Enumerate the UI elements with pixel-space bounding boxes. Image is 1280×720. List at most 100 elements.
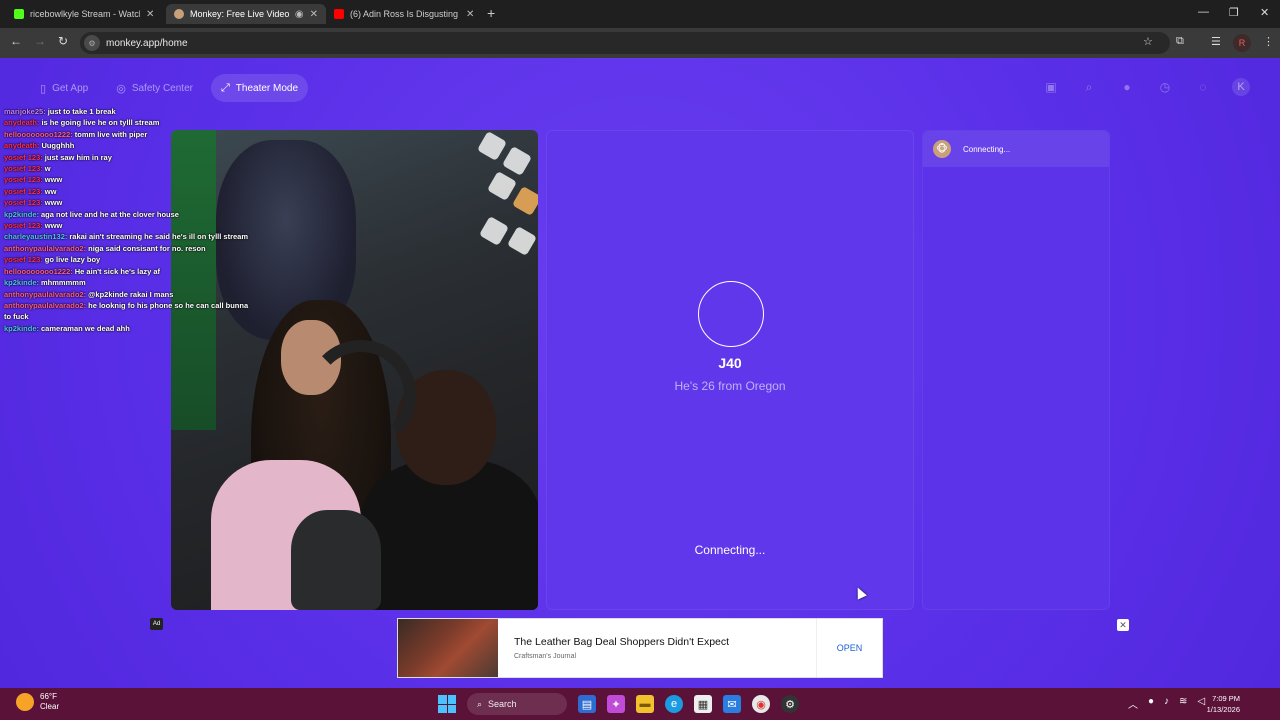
tray-chevron-icon[interactable]: ︿ xyxy=(1128,696,1138,711)
extensions-icon[interactable]: ⧉ xyxy=(1176,35,1184,48)
omnibox[interactable]: ⚙ monkey.app/home xyxy=(80,32,1170,54)
expand-icon: ⤢ xyxy=(220,81,230,94)
tab-monkey[interactable]: Monkey: Free Live Video Ch ◉ ✕ xyxy=(166,4,326,24)
chat-username[interactable]: yosief 123: xyxy=(4,175,43,184)
close-window-icon[interactable]: ✕ xyxy=(1260,6,1269,19)
clock[interactable]: 7:09 PM 1/13/2026 xyxy=(1200,693,1240,715)
tab-title: (6) Adin Ross Is Disgusting - Yo xyxy=(350,9,460,19)
chat-text: cameraman we dead ahh xyxy=(41,323,130,333)
wifi-icon[interactable]: ≋ xyxy=(1179,696,1187,711)
browser-tab-strip: ricebowlkyle Stream - Watch Li ✕ Monkey:… xyxy=(0,0,1280,28)
connecting-status: Connecting... xyxy=(694,543,766,557)
mail-icon[interactable]: ✉ xyxy=(723,695,741,713)
right-toolbar: ▣ ⌕ ● ◷ ◌ K xyxy=(1042,78,1250,96)
reload-icon[interactable]: ↻ xyxy=(58,34,68,48)
start-icon[interactable] xyxy=(438,695,456,713)
chat-message: yosief 123: go live lazy boy xyxy=(4,254,304,265)
tab-kick[interactable]: ricebowlkyle Stream - Watch Li ✕ xyxy=(6,4,166,24)
windows-taskbar: 66°F Clear ⌕ Search ▤ ✦ ▬ e ▦ ✉ ◉ ⚙ ︿ ● … xyxy=(0,688,1280,720)
bookmark-star-icon[interactable]: ☆ xyxy=(1143,35,1153,48)
chat-username[interactable]: yosief 123: xyxy=(4,164,43,173)
globe-icon[interactable]: ● xyxy=(1118,78,1136,96)
get-app-button[interactable]: ▯ Get App xyxy=(30,74,98,102)
ad-close-icon[interactable]: ✕ xyxy=(1117,619,1129,631)
minimize-icon[interactable]: — xyxy=(1198,6,1209,18)
chat-username[interactable]: yosief 123: xyxy=(4,198,43,207)
url-text: monkey.app/home xyxy=(106,37,188,49)
chat-username[interactable]: anthonypaulalvarado2: xyxy=(4,301,86,310)
profile-avatar[interactable]: K xyxy=(1232,78,1250,96)
profile-avatar[interactable]: R xyxy=(1233,34,1251,52)
chat-username[interactable]: charleyaustin132: xyxy=(4,232,67,241)
ad-banner[interactable]: The Leather Bag Deal Shoppers Didn't Exp… xyxy=(397,618,883,678)
copilot-icon[interactable]: ✦ xyxy=(607,695,625,713)
ad-open-button[interactable]: OPEN xyxy=(816,619,882,677)
chat-username[interactable]: anydeath: xyxy=(4,141,39,150)
chat-message: anthonypaulalvarado2: niga said consisant… xyxy=(4,243,304,254)
settings-gear-icon[interactable]: ⚙ xyxy=(781,695,799,713)
chat-text: www xyxy=(44,198,63,208)
chat-message: anydeath: Uugghhh xyxy=(4,140,304,151)
close-tab-icon[interactable]: ✕ xyxy=(146,9,154,20)
menu-icon[interactable]: ⋮ xyxy=(1263,35,1274,48)
chat-text: ww xyxy=(44,186,57,196)
store-icon[interactable]: ▦ xyxy=(694,695,712,713)
chat-username[interactable]: kp2kinde: xyxy=(4,278,39,287)
chat-username[interactable]: yosief 123: xyxy=(4,221,43,230)
chat-username[interactable]: yosief 123: xyxy=(4,153,43,162)
weather-widget[interactable]: 66°F Clear xyxy=(16,692,59,712)
edge-icon[interactable]: e xyxy=(665,695,683,713)
chat-username[interactable]: helloooooooo1222: xyxy=(4,267,73,276)
chrome-icon[interactable]: ◉ xyxy=(752,695,770,713)
tray-app-icon[interactable]: ● xyxy=(1148,696,1154,711)
chat-username[interactable]: anydeath: xyxy=(4,118,39,127)
close-tab-icon[interactable]: ✕ xyxy=(466,9,474,20)
task-view-icon[interactable]: ▤ xyxy=(578,695,596,713)
tab-youtube[interactable]: (6) Adin Ross Is Disgusting - Yo ✕ xyxy=(326,4,486,24)
close-tab-icon[interactable]: ✕ xyxy=(310,9,318,20)
chat-username[interactable]: kp2kinde: xyxy=(4,210,39,219)
forward-icon[interactable]: → xyxy=(34,34,46,48)
chat-message: kp2kinde: cameraman we dead ahh xyxy=(4,323,304,334)
site-info-icon[interactable]: ⚙ xyxy=(84,35,100,51)
safety-center-button[interactable]: ◎ Safety Center xyxy=(106,74,203,102)
chat-username[interactable]: anthonypaulalvarado2: xyxy=(4,290,86,299)
chat-message: yosief 123: w xyxy=(4,163,304,174)
new-tab-button[interactable]: + xyxy=(487,5,495,21)
chat-message: kp2kinde: mhmmmmm xyxy=(4,277,304,288)
chat-message: marijoke25: just to take 1 break xyxy=(4,106,304,117)
ad-title[interactable]: The Leather Bag Deal Shoppers Didn't Exp… xyxy=(514,636,816,648)
chat-username[interactable]: anthonypaulalvarado2: xyxy=(4,244,86,253)
store-icon[interactable]: ▣ xyxy=(1042,78,1060,96)
chat-username[interactable]: yosief 123: xyxy=(4,187,43,196)
chat-message: charleyaustin132: rakai ain't streaming h… xyxy=(4,231,304,242)
back-icon[interactable]: ← xyxy=(10,34,22,48)
ad-source: Craftsman's Journal xyxy=(514,653,577,660)
restore-icon[interactable]: ❐ xyxy=(1229,6,1239,19)
chat-username[interactable]: helloooooooo1222: xyxy=(4,130,73,139)
match-name: J40 xyxy=(718,355,742,371)
chat-text: go live lazy boy xyxy=(44,255,101,265)
taskbar-search[interactable]: ⌕ Search xyxy=(467,693,567,715)
file-explorer-icon[interactable]: ▬ xyxy=(636,695,654,713)
chat-username[interactable]: kp2kinde: xyxy=(4,324,39,333)
search-icon: ⌕ xyxy=(477,698,483,709)
safety-center-label: Safety Center xyxy=(131,82,193,94)
shield-icon: ◎ xyxy=(116,82,126,95)
chat-message: anthonypaulalvarado2: he looknig fo his p… xyxy=(4,300,304,311)
theater-mode-button[interactable]: ⤢ Theater Mode xyxy=(210,74,309,102)
search-icon[interactable]: ⌕ xyxy=(1080,78,1098,96)
chat-username[interactable]: marijoke25: xyxy=(4,107,46,116)
reading-list-icon[interactable]: ☰ xyxy=(1211,35,1221,48)
chat-text: www xyxy=(44,175,63,185)
ad-image[interactable] xyxy=(398,619,498,677)
side-connecting-status: Connecting... xyxy=(963,144,1011,154)
chat-icon[interactable]: ◌ xyxy=(1194,78,1212,96)
history-icon[interactable]: ◷ xyxy=(1156,78,1174,96)
chat-message: helloooooooo1222: tomm live with piper xyxy=(4,129,304,140)
tab-title: Monkey: Free Live Video Ch xyxy=(190,9,289,19)
chat-text: niga said consisant for no. reson xyxy=(88,243,206,253)
mic-icon[interactable]: ♪ xyxy=(1164,696,1169,711)
side-panel-header: 🐵 Connecting... xyxy=(923,131,1109,167)
chat-username[interactable]: yosief 123: xyxy=(4,255,43,264)
